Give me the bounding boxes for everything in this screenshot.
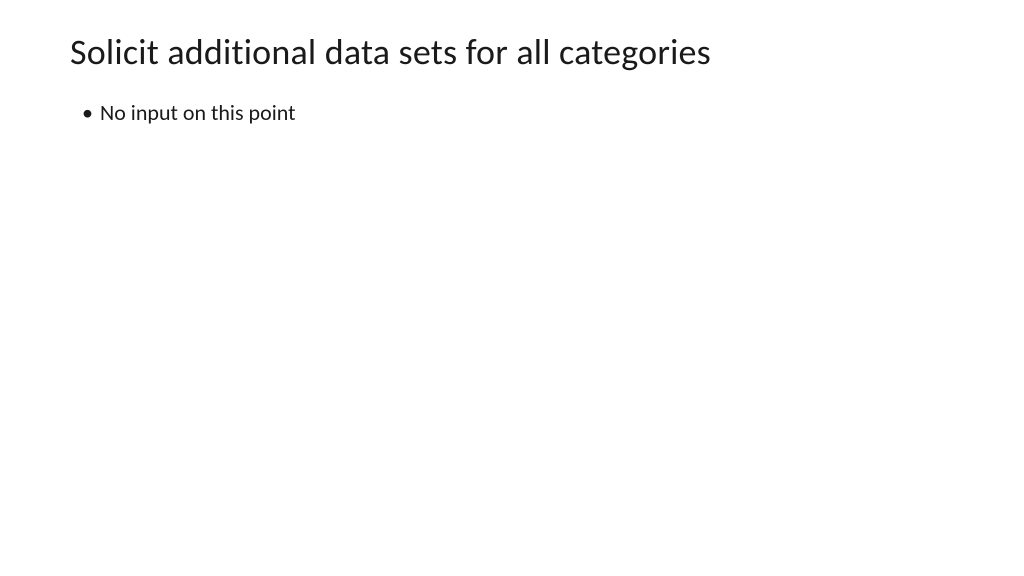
slide-container: Solicit additional data sets for all cat…: [0, 0, 1024, 576]
bullet-list: No input on this point: [70, 98, 954, 129]
list-item: No input on this point: [82, 98, 954, 129]
slide-title: Solicit additional data sets for all cat…: [70, 30, 954, 74]
